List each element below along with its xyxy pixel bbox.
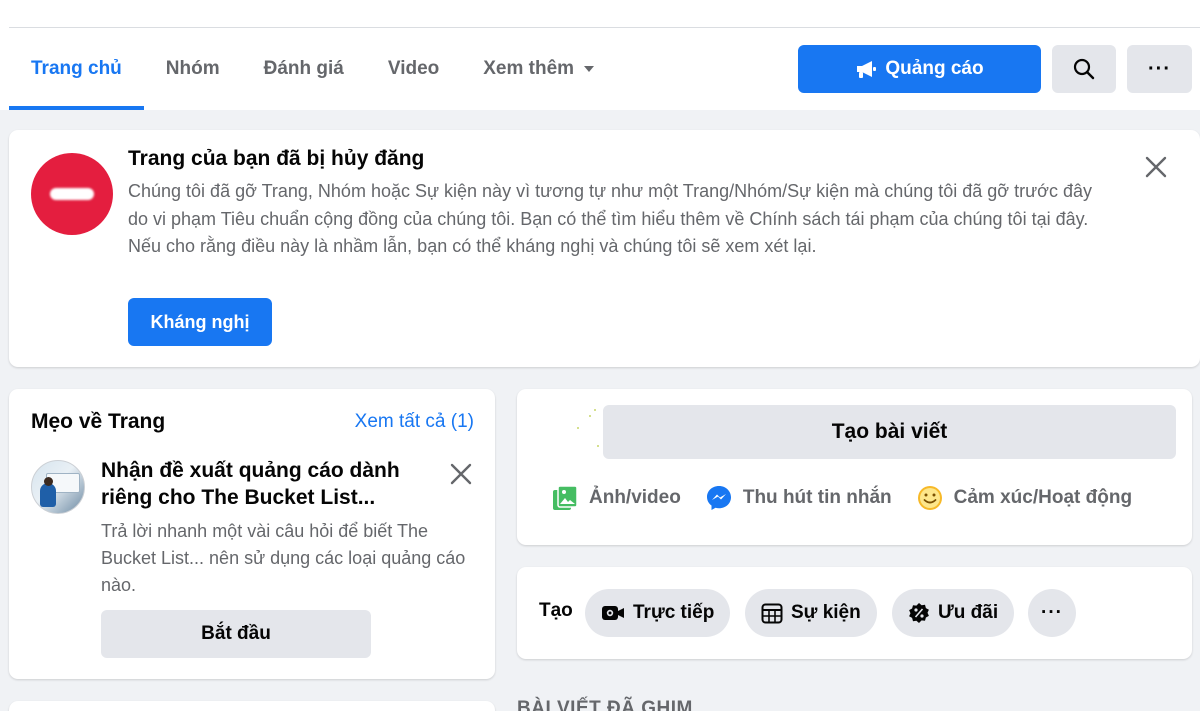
photo-video-icon: [553, 485, 578, 510]
tab-groups[interactable]: Nhóm: [144, 28, 242, 110]
caret-down-icon: [584, 66, 595, 72]
tips-title: Mẹo về Trang: [31, 410, 166, 433]
start-button-label: Bắt đầu: [201, 623, 271, 644]
offer-label: Ưu đãi: [938, 602, 999, 623]
tab-video-label: Video: [387, 58, 440, 79]
quick-create-label: Tạo: [539, 600, 573, 621]
live-video-icon: [602, 606, 624, 620]
tip-heading: Nhận đề xuất quảng cáo dành riêng cho Th…: [101, 459, 400, 509]
tab-reviews[interactable]: Đánh giá: [242, 28, 366, 110]
tab-home[interactable]: Trang chủ: [9, 28, 144, 110]
search-icon: [1073, 58, 1095, 80]
appeal-button-label: Kháng nghị: [150, 311, 250, 332]
megaphone-icon: [857, 61, 877, 78]
event-label: Sự kiện: [791, 602, 861, 623]
feeling-activity-label: Cảm xúc/Hoạt động: [953, 487, 1133, 508]
quick-create-card: Tạo Trực tiếp Sự kiện Ưu đãi ···: [517, 567, 1192, 659]
tab-reviews-label: Đánh giá: [263, 58, 344, 79]
smile-icon: [917, 486, 942, 510]
tab-see-more-label: Xem thêm: [483, 58, 575, 79]
more-icon: ···: [1148, 57, 1171, 80]
create-post-input[interactable]: Tạo bài viết: [603, 405, 1176, 459]
quick-create-more-button[interactable]: ···: [1028, 589, 1076, 637]
tab-see-more[interactable]: Xem thêm: [461, 28, 616, 110]
page-tabs: Trang chủ Nhóm Đánh giá Video Xem thêm: [9, 28, 616, 110]
create-post-label: Tạo bài viết: [831, 420, 948, 443]
close-icon[interactable]: [1141, 152, 1171, 182]
tip-description: Trả lời nhanh một vài câu hỏi để biết Th…: [101, 521, 466, 595]
tab-video[interactable]: Video: [366, 28, 461, 110]
ads-button[interactable]: Quảng cáo: [798, 45, 1041, 93]
photo-video-button[interactable]: Ảnh/video: [551, 484, 681, 512]
ads-button-label: Quảng cáo: [885, 58, 984, 79]
live-video-button[interactable]: Trực tiếp: [585, 589, 731, 637]
tab-home-label: Trang chủ: [31, 58, 122, 79]
more-icon: ···: [1041, 602, 1063, 623]
more-options-button[interactable]: ···: [1127, 45, 1192, 93]
page-avatar[interactable]: [539, 405, 605, 471]
see-all-link[interactable]: Xem tất cả (1): [355, 411, 474, 433]
page-header: Trang chủ Nhóm Đánh giá Video Xem thêm Q…: [0, 0, 1200, 110]
pinned-posts-heading: BÀI VIẾT ĐÃ GHIM: [517, 698, 693, 711]
offer-button[interactable]: Ưu đãi: [892, 589, 1015, 637]
alert-body: Chúng tôi đã gỡ Trang, Nhóm hoặc Sự kiện…: [128, 181, 1092, 256]
offer-icon: [909, 603, 929, 623]
unpublished-alert: Trang của bạn đã bị hủy đăng Chúng tôi đ…: [9, 130, 1200, 367]
calendar-icon: [761, 603, 783, 624]
search-button[interactable]: [1052, 45, 1116, 93]
messenger-icon: [706, 486, 731, 510]
photo-video-label: Ảnh/video: [589, 487, 681, 508]
live-video-label: Trực tiếp: [633, 602, 715, 623]
no-entry-icon: [31, 153, 113, 235]
tab-groups-label: Nhóm: [165, 58, 220, 79]
get-messages-button[interactable]: Thu hút tin nhắn: [705, 484, 892, 512]
create-post-actions: Ảnh/video Thu hút tin nhắn Cảm xúc/Hoạt …: [551, 484, 1156, 512]
start-button[interactable]: Bắt đầu: [101, 610, 371, 658]
tip-thumbnail: [31, 460, 85, 514]
event-button[interactable]: Sự kiện: [745, 589, 877, 637]
appeal-button[interactable]: Kháng nghị: [128, 298, 272, 346]
next-card: [9, 701, 495, 711]
get-messages-label: Thu hút tin nhắn: [742, 487, 892, 508]
page-tips-card: Mẹo về Trang Xem tất cả (1) Nhận đề xuất…: [9, 389, 495, 679]
create-post-card: Tạo bài viết Ảnh/video Thu hút tin nhắn: [517, 389, 1192, 545]
feeling-activity-button[interactable]: Cảm xúc/Hoạt động: [916, 484, 1132, 512]
alert-title: Trang của bạn đã bị hủy đăng: [128, 147, 425, 170]
close-icon[interactable]: [446, 459, 476, 489]
